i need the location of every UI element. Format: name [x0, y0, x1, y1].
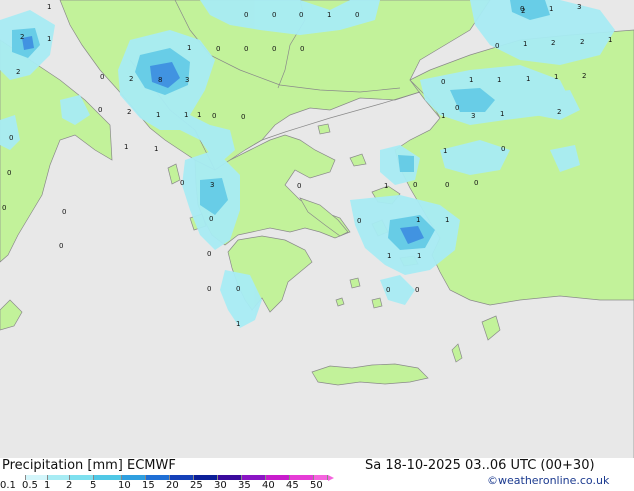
precip-value-label: 0 — [59, 242, 63, 250]
precip-value-label: 0 — [212, 112, 216, 120]
precip-value-label: 2 — [580, 38, 584, 46]
precip-value-label: 3 — [210, 181, 214, 189]
precip-value-label: 0 — [299, 11, 303, 19]
precip-value-label: 2 — [129, 75, 133, 83]
precip-value-label: 0 — [244, 45, 248, 53]
precip-value-label: 0 — [415, 286, 419, 294]
precipitation-map[interactable]: 2 1 2 0 0 0 1 0 1 0 0 0 0 0 2 8 3 0 2 1 1 1 0 0 1 1 0 0 3 0 0 1 0 0 0 0 0 0 0 1… — [0, 0, 634, 458]
precip-value-label: 0 — [9, 134, 13, 142]
legend-tick-label: 2 — [66, 480, 73, 491]
precip-value-label: 1 — [526, 75, 530, 83]
precip-value-label: 1 — [124, 143, 128, 151]
thasos-island — [317, 123, 331, 135]
legend-arrow-tip — [328, 475, 334, 481]
precip-value-label: 2 — [557, 108, 561, 116]
precip-value-label: 2 — [521, 7, 525, 15]
precip-value-label: 1 — [184, 111, 188, 119]
model-label: ECMWF — [127, 458, 176, 473]
precip-value-label: 3 — [577, 3, 581, 11]
precip-value-label: 0 — [297, 182, 301, 190]
precip-value-label: 1 — [327, 11, 331, 19]
precip-value-label: 2 — [582, 72, 586, 80]
precip-value-label: 1 — [500, 110, 504, 118]
legend-tick-label: 5 — [90, 480, 97, 491]
legend-tick-label: 0.1 — [0, 480, 16, 491]
legend-tick-label: 40 — [262, 480, 275, 491]
forecast-date: Sa 18-10-2025 03..06 UTC (00+30) — [365, 458, 595, 473]
precip-value-label: 1 — [497, 76, 501, 84]
precip-value-label: 0 — [98, 106, 102, 114]
precip-value-label: 0 — [236, 285, 240, 293]
precip-value-label: 3 — [185, 76, 189, 84]
precip-value-label: 1 — [445, 216, 449, 224]
precip-value-label: 0 — [244, 11, 248, 19]
precip-value-label: 1 — [549, 5, 553, 13]
precip-value-label: 0 — [2, 204, 6, 212]
precip-value-label: 0 — [207, 250, 211, 258]
cyclades-island-2 — [371, 297, 383, 309]
precip-value-label: 1 — [469, 76, 473, 84]
precip-value-label: 1 — [187, 44, 191, 52]
precip-value-label: 0 — [300, 45, 304, 53]
precip-value-label: 1 — [554, 73, 558, 81]
precip-value-label: 0 — [272, 11, 276, 19]
precip-value-label: 1 — [443, 147, 447, 155]
precip-value-label: 0 — [386, 286, 390, 294]
precip-value-label: 1 — [197, 111, 201, 119]
legend-tick-label: 0.5 — [22, 480, 38, 491]
precip-value-label: 1 — [47, 3, 51, 11]
precip-value-label: 0 — [355, 11, 359, 19]
precip-value-label: 0 — [474, 179, 478, 187]
precip-value-label: 0 — [7, 169, 11, 177]
legend-tick-label: 15 — [142, 480, 155, 491]
precip-value-label: 0 — [357, 217, 361, 225]
precip-value-label: 0 — [445, 181, 449, 189]
precip-value-label: 2 — [20, 33, 24, 41]
precip-value-label: 1 — [417, 252, 421, 260]
credit-link[interactable]: ©weatheronline.co.uk — [487, 474, 609, 487]
precip-value-label: 0 — [495, 42, 499, 50]
precip-value-label: 1 — [47, 35, 51, 43]
precip-value-label: 1 — [387, 252, 391, 260]
legend-tick-label: 1 — [44, 480, 51, 491]
legend-tick-label: 35 — [238, 480, 251, 491]
precip-value-label: 8 — [158, 76, 162, 84]
precip-value-label: 1 — [441, 112, 445, 120]
crete-island — [311, 363, 429, 386]
precip-value-label: 1 — [156, 111, 160, 119]
legend-tick-label: 10 — [118, 480, 131, 491]
precip-value-label: 0 — [501, 145, 505, 153]
color-legend: 0.1 0.5 1 2 5 10 15 20 25 30 35 40 45 50 — [0, 475, 334, 491]
precip-value-label: 0 — [413, 181, 417, 189]
legend-tick-label: 30 — [214, 480, 227, 491]
precip-value-label: 0 — [62, 208, 66, 216]
precip-value-label: 1 — [523, 40, 527, 48]
precip-value-label: 1 — [236, 320, 240, 328]
precip-value-label: 0 — [272, 45, 276, 53]
precip-value-label: 0 — [209, 215, 213, 223]
legend-tick-label: 45 — [286, 480, 299, 491]
precip-value-label: 2 — [127, 108, 131, 116]
precip-value-label: 0 — [207, 285, 211, 293]
precip-value-label: 0 — [100, 73, 104, 81]
precip-value-label: 0 — [241, 113, 245, 121]
precip-value-label: 2 — [16, 68, 20, 76]
footer-bar: Precipitation [mm] ECMWF Sa 18-10-2025 0… — [0, 458, 634, 491]
legend-tick-label: 20 — [166, 480, 179, 491]
precip-value-label: 1 — [154, 145, 158, 153]
precip-label: Precipitation [mm] — [2, 458, 123, 473]
precip-value-label: 0 — [216, 45, 220, 53]
precip-value-label: 1 — [416, 216, 420, 224]
precip-value-label: 1 — [384, 182, 388, 190]
precipitation-title: Precipitation [mm] ECMWF — [2, 458, 176, 473]
cyclades-island-1 — [349, 277, 361, 289]
legend-tick-label: 50 — [310, 480, 323, 491]
legend-tick-label: 25 — [190, 480, 203, 491]
precip-value-label: 3 — [471, 112, 475, 120]
precip-value-label: 1 — [608, 36, 612, 44]
precip-value-label: 2 — [551, 39, 555, 47]
precip-value-label: 0 — [455, 104, 459, 112]
precip-value-label: 0 — [180, 179, 184, 187]
precip-value-label: 0 — [441, 78, 445, 86]
